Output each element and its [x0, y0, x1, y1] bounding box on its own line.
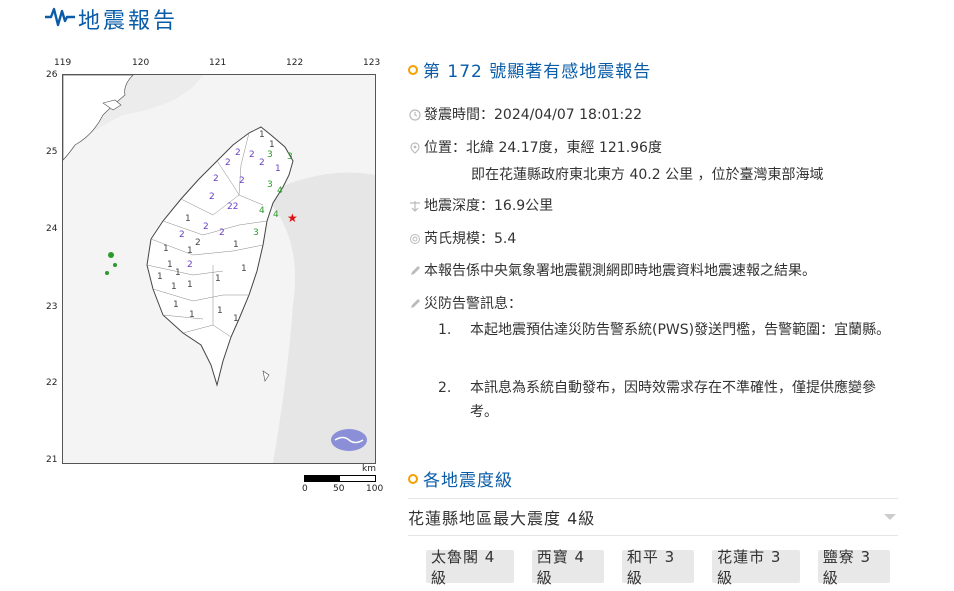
- svg-text:1: 1: [171, 282, 177, 292]
- svg-text:1: 1: [215, 274, 221, 284]
- bullet-dot-icon: [408, 473, 418, 484]
- page-title: 地震報告: [78, 9, 179, 34]
- station-chip: 和平 3級: [621, 548, 695, 587]
- dropdown-selected-value: 花蓮縣地區最大震度 4級: [408, 509, 596, 528]
- epicenter-relative-location: 即在花蓮縣政府東北東方 40.2 公里 ，位於臺灣東部海域: [471, 167, 824, 183]
- county-intensity-dropdown[interactable]: 花蓮縣地區最大震度 4級: [408, 498, 898, 536]
- magnitude-icon: [408, 232, 422, 246]
- lon-tick: 122: [286, 58, 304, 68]
- svg-text:2: 2: [179, 230, 185, 240]
- svg-text:2: 2: [235, 148, 241, 158]
- svg-text:2: 2: [195, 238, 201, 248]
- magnitude: 芮氏規模：5.4: [408, 229, 516, 249]
- svg-text:1: 1: [175, 268, 181, 278]
- scale-label: 50: [333, 484, 345, 494]
- svg-text:3: 3: [287, 152, 293, 162]
- svg-text:1: 1: [163, 244, 169, 254]
- scale-unit: km: [362, 464, 376, 474]
- intensity-map[interactable]: 119 120 121 122 123 26 25 24 23 22 21 1 …: [40, 52, 390, 502]
- svg-text:1: 1: [275, 164, 281, 174]
- intensity-section-title: 各地震度級: [408, 466, 513, 491]
- location-pin-icon: [408, 141, 422, 155]
- epicenter-location: 位置：北緯 24.17度，東經 121.96度: [408, 138, 662, 158]
- report-title: 第 172 號顯著有感地震報告: [408, 57, 651, 82]
- svg-text:4: 4: [259, 206, 265, 216]
- lat-tick: 21: [46, 455, 58, 465]
- svg-text:2: 2: [225, 158, 231, 168]
- scale-label: 0: [302, 484, 308, 494]
- svg-text:2: 2: [239, 176, 245, 186]
- lon-tick: 119: [54, 58, 72, 68]
- station-chip: 西寶 4級: [531, 548, 604, 587]
- depth-icon: [408, 199, 422, 213]
- svg-text:1: 1: [187, 246, 193, 256]
- clock-icon: [408, 108, 422, 122]
- svg-text:2: 2: [219, 228, 225, 238]
- epicenter-star: ★: [287, 211, 298, 225]
- svg-text:2: 2: [249, 150, 255, 160]
- pencil-icon: [408, 297, 422, 311]
- svg-text:1: 1: [189, 310, 195, 320]
- svg-text:3: 3: [253, 228, 259, 238]
- focal-depth: 地震深度：16.9公里: [408, 196, 553, 216]
- svg-text:2: 2: [209, 192, 215, 202]
- svg-text:1: 1: [187, 280, 193, 290]
- svg-text:2: 2: [259, 158, 265, 168]
- station-chip: 太魯閣 4級: [426, 548, 514, 587]
- station-intensity-list: 太魯閣 4級 西寶 4級 和平 3級 花蓮市 3級 鹽寮 3級: [426, 548, 908, 587]
- station-chip: 花蓮市 3級: [712, 548, 800, 587]
- lon-tick: 123: [363, 58, 381, 68]
- origin-time: 發震時間：2024/04/07 18:01:22: [408, 105, 642, 125]
- lat-tick: 23: [46, 302, 58, 312]
- station-chip: 鹽寮 3級: [817, 548, 890, 587]
- svg-text:2: 2: [213, 174, 219, 184]
- svg-text:4: 4: [277, 186, 283, 196]
- warning-item: 1. 本起地震預估達災防告警系統(PWS)發送門檻，告警範圍：宜蘭縣。: [438, 322, 891, 338]
- lat-tick: 22: [46, 378, 58, 388]
- pencil-icon: [408, 264, 422, 278]
- lat-tick: 25: [46, 147, 58, 157]
- svg-text:1: 1: [259, 130, 265, 140]
- svg-text:4: 4: [273, 210, 279, 220]
- svg-text:1: 1: [173, 300, 179, 310]
- chevron-down-icon[interactable]: [884, 514, 896, 520]
- map-frame: 1 1 2 2 2 2 1 2 2 3 4 2 22 4 4 1 2 2 3 2: [62, 74, 376, 464]
- lon-tick: 120: [132, 58, 150, 68]
- scale-bar: [304, 475, 376, 482]
- svg-text:22: 22: [227, 202, 238, 212]
- svg-text:2: 2: [187, 260, 193, 270]
- svg-text:1: 1: [157, 272, 163, 282]
- svg-text:1: 1: [185, 214, 191, 224]
- lat-tick: 24: [46, 224, 58, 234]
- warning-title: 災防告警訊息：: [408, 294, 522, 314]
- svg-text:1: 1: [217, 306, 223, 316]
- svg-text:1: 1: [167, 260, 173, 270]
- warning-item: 2. 本訊息為系統自動發布，因時效需求存在不準確性，僅提供應變參考。: [438, 380, 876, 420]
- svg-text:1: 1: [241, 264, 247, 274]
- svg-text:1: 1: [269, 140, 275, 150]
- page-header: 地震報告: [44, 4, 178, 34]
- report-note: 本報告係中央氣象署地震觀測網即時地震資料地震速報之結果。: [408, 261, 816, 281]
- svg-text:3: 3: [267, 180, 273, 190]
- svg-text:2: 2: [203, 222, 209, 232]
- seismograph-icon: [44, 5, 76, 33]
- bullet-dot-icon: [408, 64, 418, 75]
- taiwan-map-svg: 1 1 2 2 2 2 1 2 2 3 4 2 22 4 4 1 2 2 3 2: [63, 75, 375, 463]
- svg-text:1: 1: [233, 240, 239, 250]
- svg-text:3: 3: [267, 150, 273, 160]
- svg-text:1: 1: [233, 314, 239, 324]
- lat-tick: 26: [46, 70, 58, 80]
- lon-tick: 121: [209, 58, 227, 68]
- scale-label: 100: [366, 484, 384, 494]
